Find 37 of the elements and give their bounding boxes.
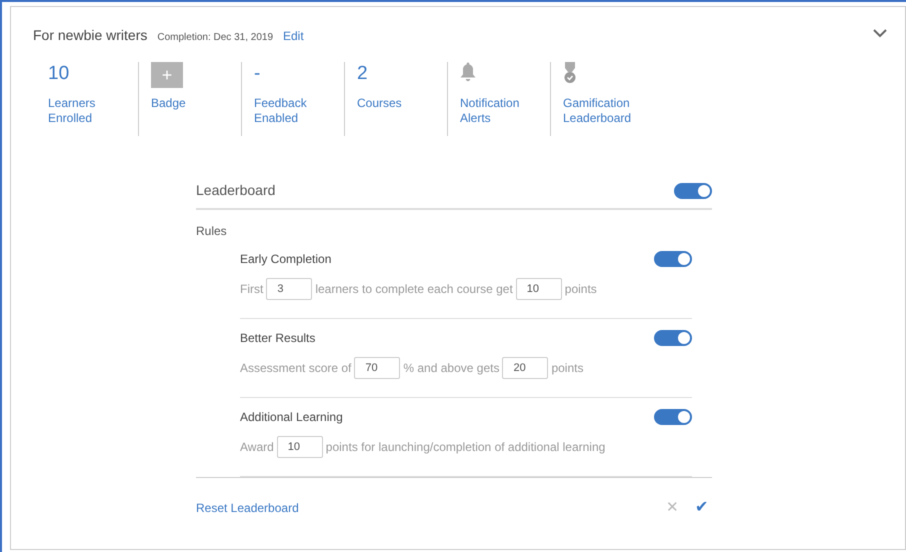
rule-title: Additional Learning [240,409,343,426]
rule-text: Award [240,439,274,456]
toggle-switch[interactable] [654,409,692,425]
stat-value: 2 [357,62,368,86]
rule-title: Better Results [240,330,316,347]
stat-label[interactable]: Notification Alerts [460,96,538,126]
number-field[interactable]: 20 [502,357,548,379]
number-field[interactable]: 10 [276,436,323,458]
toggle-switch[interactable] [674,182,712,198]
toggle-switch[interactable] [654,251,692,267]
toggle-switch[interactable] [654,330,692,346]
stat-label[interactable]: Courses [357,96,435,111]
edit-link[interactable]: Edit [283,27,304,45]
section-title: Leaderboard [196,181,276,200]
number-field[interactable]: 10 [516,278,562,300]
stat-label[interactable]: Learners Enrolled [48,96,126,126]
rule-text: points for launching/completion of additional learning [326,439,606,456]
card-title: For newbie writers [33,26,148,45]
completion-date: Completion: Dec 31, 2019 [157,31,273,45]
rules-label: Rules [196,223,227,240]
rule-text: First [240,281,264,298]
rule-text: % and above gets [403,360,500,377]
confirm-button[interactable]: ✔ [691,496,712,520]
rule-text: Assessment score of [240,360,352,377]
stat-label[interactable]: Feedback Enabled [254,96,332,126]
rule-text: points [564,281,597,298]
reset-link[interactable]: Reset Leaderboard [196,499,299,517]
number-field[interactable]: 70 [354,357,400,379]
rule-title: Early Completion [240,251,332,268]
stat-label[interactable]: Badge [151,96,229,111]
stat-value: 10 [48,62,70,86]
chevron-icon[interactable] [873,29,887,38]
rule-text: points [551,360,584,377]
stat-label[interactable]: Gamification Leaderboard [563,96,642,126]
rule-text: learners to complete each course get [315,281,513,298]
stat-value: - [254,62,260,86]
number-field[interactable]: 3 [266,278,312,300]
